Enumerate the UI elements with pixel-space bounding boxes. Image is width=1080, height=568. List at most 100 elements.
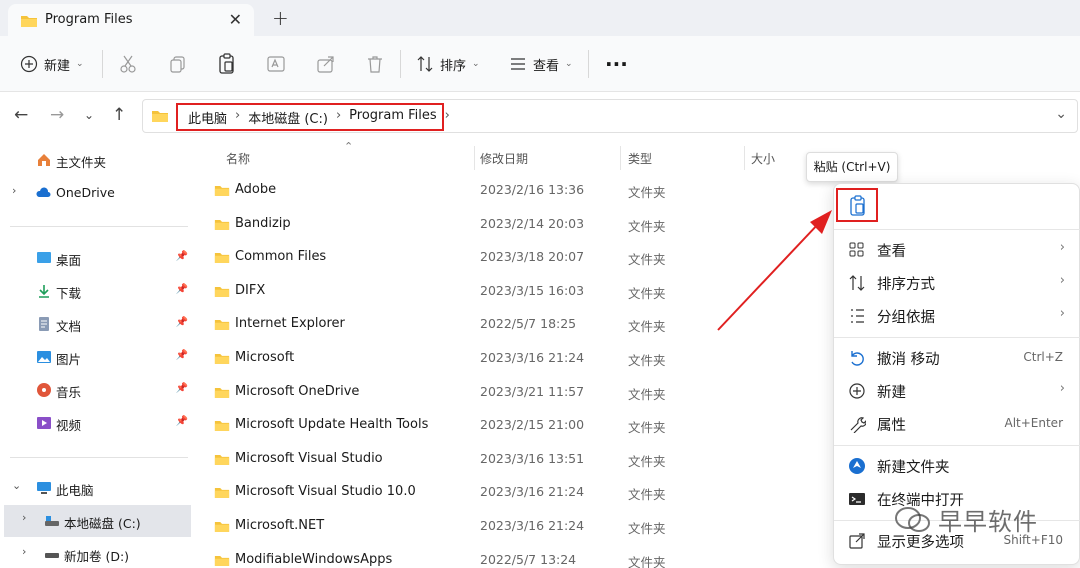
column-divider[interactable] [744,146,745,170]
chevron-right-icon[interactable]: › [22,511,26,524]
menu-item-label: 查看 [877,244,906,260]
back-arrow-icon[interactable]: ← [14,105,28,125]
menu-item-properties[interactable]: 属性 Alt+Enter [834,408,1080,440]
recent-chevron-icon[interactable]: ⌄ [84,108,94,122]
sort-label: 排序 [440,58,467,74]
chevron-right-icon[interactable]: › [22,545,26,558]
file-row[interactable]: ModifiableWindowsApps 2022/5/7 13:24 文件夹 [194,544,834,568]
column-header-date[interactable]: 修改日期 [480,150,528,167]
chevron-right-icon[interactable]: › [12,184,16,197]
sidebar-item-onedrive[interactable]: › OneDrive [0,178,194,208]
toolbar-divider [588,50,589,78]
pin-icon[interactable]: 📌 [176,284,188,295]
column-divider[interactable] [620,146,621,170]
terminal-icon [849,493,865,505]
share-icon[interactable] [316,54,336,74]
sidebar-divider [10,457,188,458]
sidebar-item-label: 下载 [56,286,82,301]
sidebar-item-desktop[interactable]: 桌面 📌 [0,243,194,273]
delete-icon[interactable] [365,54,385,74]
menu-item-label: 属性 [877,418,906,434]
menu-divider [834,337,1080,338]
file-row[interactable]: Microsoft Visual Studio 10.0 2023/3/16 21… [194,476,834,510]
file-type: 文件夹 [628,420,666,436]
menu-divider [834,229,1080,230]
sidebar-item-videos[interactable]: 视频 📌 [0,408,194,438]
column-header-name[interactable]: 名称 [226,150,250,167]
file-row[interactable]: Microsoft Update Health Tools 2023/2/15 2… [194,409,834,443]
pin-icon[interactable]: 📌 [176,383,188,394]
file-name: Microsoft Visual Studio 10.0 [235,484,416,500]
column-header-type[interactable]: 类型 [628,150,652,167]
file-row[interactable]: Microsoft 2023/3/16 21:24 文件夹 [194,342,834,376]
menu-item-new-folder[interactable]: 新建文件夹 [834,450,1080,482]
sidebar-item-home[interactable]: 主文件夹 [0,145,194,175]
view-label: 查看 [533,58,560,74]
menu-divider [834,445,1080,446]
paste-icon[interactable] [217,53,237,75]
file-date: 2023/3/16 21:24 [480,518,585,533]
sort-button[interactable]: 排序 ⌄ [416,36,480,92]
pin-icon[interactable]: 📌 [176,317,188,328]
pin-icon[interactable]: 📌 [176,350,188,361]
chevron-down-icon: ⌄ [76,59,84,69]
sidebar-item-documents[interactable]: 文档 📌 [0,309,194,339]
file-row[interactable]: Microsoft OneDrive 2023/3/21 11:57 文件夹 [194,376,834,410]
sidebar-item-label: 主文件夹 [56,155,107,170]
chevron-down-icon: ⌄ [565,59,573,69]
sidebar-item-label: 桌面 [56,253,82,268]
sidebar-item-pictures[interactable]: 图片 📌 [0,342,194,372]
new-tab-button[interactable]: + [272,6,289,30]
menu-item-sort-by[interactable]: 排序方式 › [834,267,1080,299]
column-divider[interactable] [474,146,475,170]
sidebar-item-this-pc[interactable]: ⌄ 此电脑 [0,473,194,503]
forward-arrow-icon[interactable]: → [50,105,64,125]
column-header-size[interactable]: 大小 [751,150,775,167]
file-row[interactable]: Microsoft.NET 2023/3/16 21:24 文件夹 [194,510,834,544]
sidebar-item-new-volume-d[interactable]: › 新加卷 (D:) [0,539,194,568]
view-button[interactable]: 查看 ⌄ [509,36,573,92]
menu-item-new[interactable]: 新建 › [834,375,1080,407]
cut-icon[interactable] [118,54,138,74]
undo-icon [851,351,864,366]
menu-item-view[interactable]: 查看 › [834,234,1080,266]
file-row[interactable]: Microsoft Visual Studio 2023/3/16 13:51 文件… [194,443,834,477]
more-options-button[interactable]: ··· [605,36,628,92]
folder-icon [214,421,230,432]
external-link-icon [849,533,865,549]
folder-icon [214,253,230,264]
view-icon [511,58,525,70]
sidebar-item-local-disk-c[interactable]: › 本地磁盘 (C:) [4,505,191,537]
file-date: 2023/3/18 20:07 [480,249,585,265]
tab-program-files[interactable]: Program Files ✕ [8,4,254,36]
computer-icon [37,482,51,494]
pin-icon[interactable]: 📌 [176,416,188,427]
file-date: 2023/2/15 21:00 [480,417,585,433]
close-tab-icon[interactable]: ✕ [229,10,242,29]
watermark-text: 早早软件 [938,508,1038,536]
file-name: Microsoft [235,350,295,365]
breadcrumb-separator[interactable]: › [445,108,450,127]
paste-tooltip: 粘贴 (Ctrl+V) [806,152,898,182]
pin-icon[interactable]: 📌 [176,251,188,262]
title-bar: Program Files ✕ + [0,0,1080,36]
rename-icon[interactable] [266,54,286,74]
menu-item-undo-move[interactable]: 撤消 移动 Ctrl+Z [834,342,1080,374]
sidebar-item-music[interactable]: 音乐 📌 [0,375,194,405]
folder-icon [152,111,168,122]
address-dropdown-icon[interactable]: ⌄ [1055,106,1067,122]
folder-icon [214,219,230,230]
chevron-right-icon: › [1059,306,1065,321]
chevron-down-icon[interactable]: ⌄ [12,479,21,492]
up-arrow-icon[interactable]: ↑ [112,105,126,125]
sidebar-item-label: 视频 [56,418,82,433]
sort-ascending-icon: ⌃ [344,140,354,153]
copy-icon[interactable] [168,54,188,74]
file-type: 文件夹 [628,185,666,200]
cloud-icon [36,187,51,197]
sidebar-item-downloads[interactable]: 下载 📌 [0,276,194,306]
menu-item-group-by[interactable]: 分组依据 › [834,300,1080,332]
plus-circle-icon [20,55,38,73]
new-button[interactable]: 新建 ⌄ [20,36,84,92]
file-date: 2023/2/16 13:36 [480,182,585,197]
